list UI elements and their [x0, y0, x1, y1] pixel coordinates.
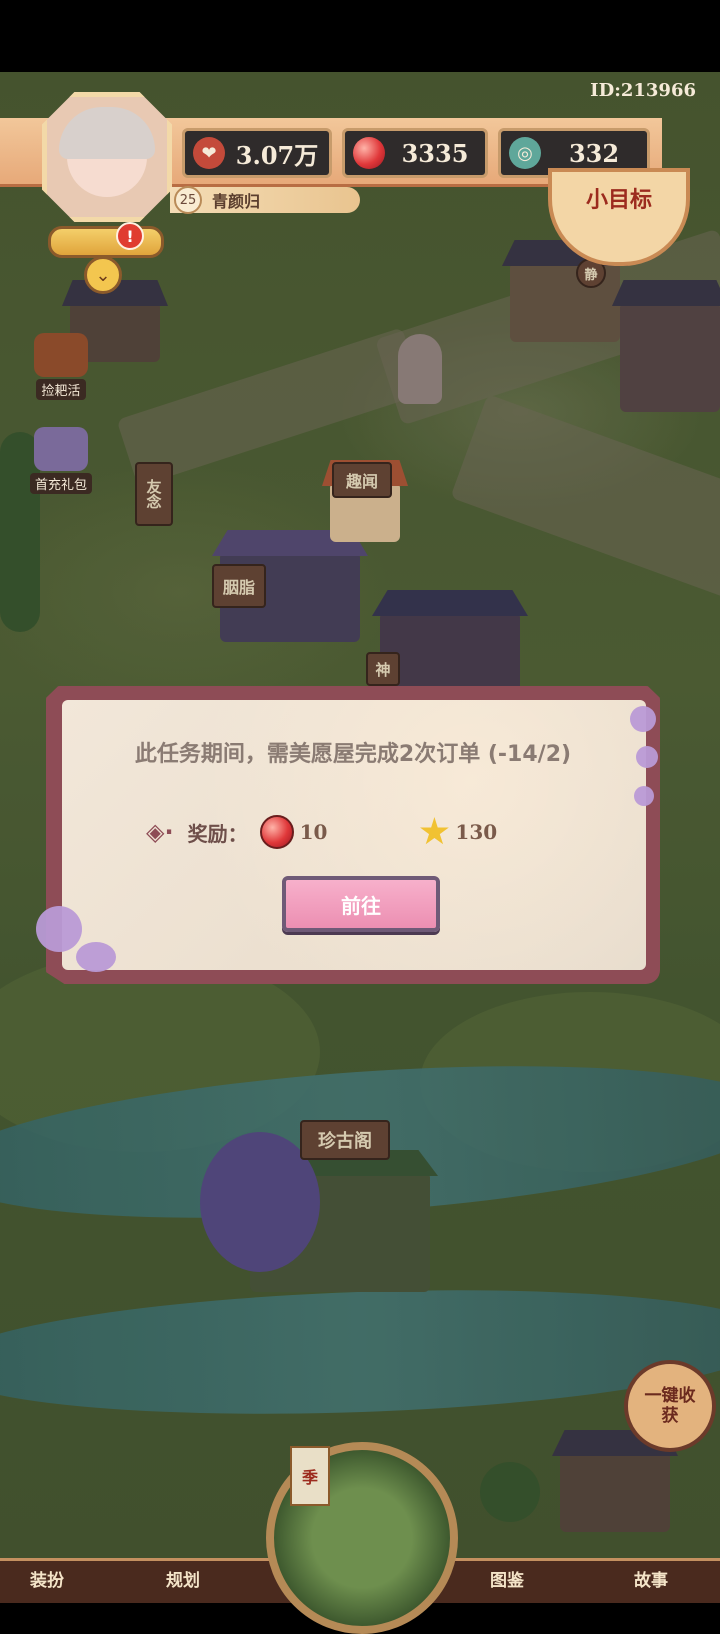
- map-sign-antique-pavilion[interactable]: 珍古阁: [300, 1120, 390, 1160]
- task-modal: 此任务期间，需美愿屋完成2次订单 (-14/2) ◈· 奖励： 10 130 前…: [36, 686, 660, 984]
- nav-dress-up[interactable]: 装扮: [30, 1566, 64, 1591]
- reward-label: 奖励：: [187, 821, 248, 846]
- resource-red-gem-value: 3335: [401, 138, 469, 168]
- nav-planning[interactable]: 规划: [166, 1566, 200, 1591]
- season-tag: 季: [290, 1446, 330, 1506]
- jade-coin-icon: ◎: [509, 137, 541, 169]
- wisteria-decoration: [76, 942, 116, 972]
- resource-heart-coin-value: 3.07万: [235, 140, 319, 170]
- pick-work-button[interactable]: 捡耙活: [26, 330, 96, 400]
- player-name: 青颜归: [212, 192, 261, 211]
- collect-all-button[interactable]: 一键收获: [624, 1360, 716, 1452]
- treasure-chest-icon: [34, 333, 88, 377]
- small-goal-label: 小目标: [585, 187, 652, 213]
- red-gem-icon: [259, 815, 294, 849]
- go-button[interactable]: 前往: [282, 876, 440, 932]
- chevron-down-icon[interactable]: ⌄: [84, 256, 122, 294]
- task-description: 此任务期间，需美愿屋完成2次订单 (-14/2): [134, 742, 572, 767]
- reward-star-amount: 130: [455, 820, 498, 844]
- player-avatar[interactable]: [42, 92, 172, 222]
- player-level: 25: [174, 186, 202, 214]
- map-sign-rouge[interactable]: 胭脂: [212, 564, 266, 608]
- wisteria-decoration: [630, 706, 656, 732]
- wisteria-decoration: [634, 786, 654, 806]
- reward-gem-amount: 10: [299, 820, 328, 844]
- red-gem-icon: [353, 137, 385, 169]
- collect-all-label: 一键收获: [644, 1386, 696, 1426]
- go-button-label: 前往: [341, 893, 381, 918]
- avatar-face: [59, 107, 155, 197]
- diamond-arrow-icon: ◈·: [146, 818, 174, 846]
- wisteria-decoration: [36, 906, 82, 952]
- nav-story[interactable]: 故事: [634, 1566, 668, 1591]
- player-id: ID:213966: [590, 80, 696, 101]
- player-level-tag: 25 青颜归: [170, 186, 360, 214]
- reward-gem: 10: [259, 815, 328, 849]
- first-recharge-button[interactable]: 首充礼包: [26, 424, 96, 494]
- map-sign-fun-news[interactable]: 趣闻: [332, 462, 392, 498]
- reward-row: ◈· 奖励： 10 130: [146, 812, 606, 852]
- resource-heart-coin[interactable]: ❤ 3.07万: [182, 128, 332, 178]
- resource-red-gem[interactable]: 3335: [342, 128, 488, 178]
- map-sign-friends[interactable]: 友念: [135, 462, 173, 526]
- map-sign-god: 神: [366, 652, 400, 686]
- resource-jade-coin-value: 332: [568, 138, 620, 168]
- first-recharge-label: 首充礼包: [29, 473, 92, 494]
- heart-coin-icon: ❤: [193, 137, 225, 169]
- alert-badge: !: [116, 222, 144, 250]
- task-scroll-button[interactable]: [48, 226, 164, 258]
- nav-codex[interactable]: 图鉴: [490, 1566, 524, 1591]
- pick-work-label: 捡耙活: [36, 379, 86, 400]
- reward-star: 130: [419, 817, 497, 847]
- star-icon: [420, 817, 449, 845]
- gift-icon: [34, 427, 88, 471]
